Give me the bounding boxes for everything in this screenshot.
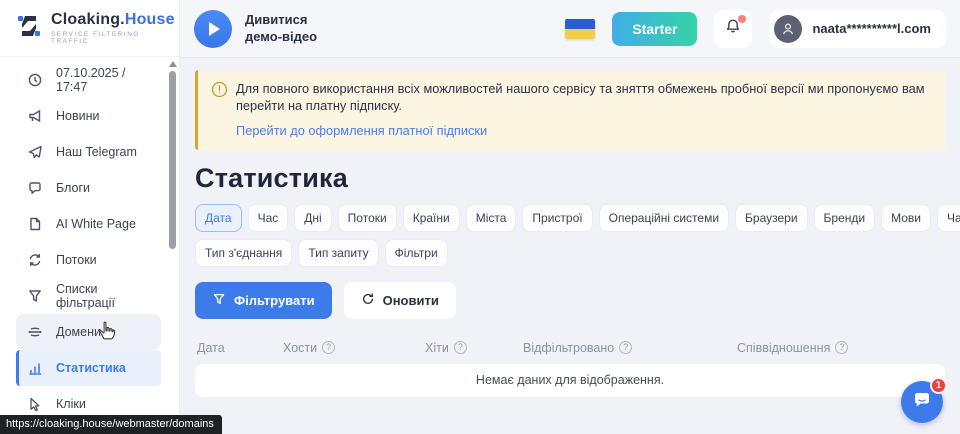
sidebar-item-telegram[interactable]: Наш Telegram bbox=[16, 134, 161, 170]
brand-logo-icon bbox=[16, 13, 42, 44]
filter-funnel-icon bbox=[212, 292, 226, 309]
tab-languages[interactable]: Мови bbox=[881, 204, 931, 232]
play-icon bbox=[209, 22, 220, 36]
page-title: Статистика bbox=[195, 163, 945, 194]
sidebar-item-blogs[interactable]: Блоги bbox=[16, 170, 161, 206]
warning-icon bbox=[211, 81, 228, 103]
avatar-icon bbox=[774, 15, 802, 43]
tab-date[interactable]: Дата bbox=[195, 204, 242, 232]
bar-chart-icon bbox=[26, 360, 43, 377]
sidebar-item-flows[interactable]: Потоки bbox=[16, 242, 161, 278]
content-area: Для повного використання всіх можливосте… bbox=[180, 58, 960, 434]
sidebar-item-datetime: 07.10.2025 / 17:47 bbox=[16, 62, 161, 98]
column-ratio: Співвідношення bbox=[737, 341, 943, 355]
chat-bubble-icon bbox=[26, 180, 43, 197]
browser-status-url: https://cloaking.house/webmaster/domains bbox=[0, 415, 222, 434]
tab-filters[interactable]: Фільтри bbox=[385, 239, 448, 267]
tab-cities[interactable]: Міста bbox=[466, 204, 517, 232]
stats-table-header: Дата Хости Хіти Відфільтровано Співвідно… bbox=[195, 341, 945, 355]
tab-timezone[interactable]: Часовий пояс bbox=[937, 204, 960, 232]
sidebar: Cloaking.House SERVICE FILTERING TRAFFIC… bbox=[0, 0, 180, 434]
sidebar-menu: 07.10.2025 / 17:47 Новини Наш Telegram Б… bbox=[0, 57, 179, 422]
sidebar-item-ai-white-page[interactable]: AI White Page bbox=[16, 206, 161, 242]
help-icon[interactable] bbox=[619, 341, 632, 354]
chat-bubble-icon bbox=[911, 389, 933, 416]
tab-days[interactable]: Дні bbox=[294, 204, 331, 232]
sidebar-item-statistics[interactable]: Статистика bbox=[16, 350, 161, 386]
sync-arrows-icon bbox=[26, 252, 43, 269]
megaphone-icon bbox=[26, 108, 43, 125]
domains-stack-icon bbox=[26, 324, 43, 341]
tab-countries[interactable]: Країни bbox=[403, 204, 460, 232]
stats-tabs-row-2: Тип з'єднання Тип запиту Фільтри bbox=[195, 239, 945, 267]
brand-tagline: SERVICE FILTERING TRAFFIC bbox=[51, 31, 175, 45]
stats-tabs-row-1: Дата Час Дні Потоки Країни Міста Пристро… bbox=[195, 204, 945, 232]
help-icon[interactable] bbox=[454, 341, 467, 354]
notification-dot bbox=[738, 15, 746, 23]
main-area: Дивитися демо-відео Starter bbox=[180, 0, 960, 434]
refresh-button[interactable]: Оновити bbox=[344, 282, 456, 319]
plan-badge-button[interactable]: Starter bbox=[612, 12, 697, 46]
scrollbar-up-arrow[interactable] bbox=[169, 61, 177, 67]
column-hits: Хіти bbox=[425, 341, 523, 355]
sidebar-item-domains[interactable]: Домени bbox=[16, 314, 161, 350]
sidebar-item-news[interactable]: Новини bbox=[16, 98, 161, 134]
refresh-icon bbox=[361, 292, 375, 309]
chat-widget-button[interactable]: 1 bbox=[901, 381, 943, 423]
empty-state-row: Немає даних для відображення. bbox=[195, 364, 945, 397]
tab-time[interactable]: Час bbox=[248, 204, 289, 232]
column-hosts: Хости bbox=[283, 341, 425, 355]
funnel-icon bbox=[26, 288, 43, 305]
tab-brands[interactable]: Бренди bbox=[814, 204, 876, 232]
trial-warning-banner: Для повного використання всіх можливосте… bbox=[195, 70, 945, 150]
clock-icon bbox=[26, 72, 43, 89]
sidebar-item-filter-lists[interactable]: Списки фільтрації bbox=[16, 278, 161, 314]
tab-devices[interactable]: Пристрої bbox=[522, 204, 592, 232]
help-icon[interactable] bbox=[322, 341, 335, 354]
cursor-arrow-icon bbox=[26, 396, 43, 413]
filter-button[interactable]: Фільтрувати bbox=[195, 282, 332, 319]
topbar: Дивитися демо-відео Starter bbox=[180, 0, 960, 58]
tab-operating-systems[interactable]: Операційні системи bbox=[599, 204, 729, 232]
tab-request-type[interactable]: Тип запиту bbox=[298, 239, 378, 267]
demo-video-play-button[interactable] bbox=[194, 10, 232, 48]
banner-message: Для повного використання всіх можливосте… bbox=[236, 80, 929, 115]
scrollbar-thumb[interactable] bbox=[169, 71, 176, 249]
account-menu[interactable]: naata**********l.com bbox=[769, 10, 946, 48]
subscribe-link[interactable]: Перейти до оформлення платної підписки bbox=[236, 123, 487, 138]
chat-unread-badge: 1 bbox=[930, 377, 947, 394]
help-icon[interactable] bbox=[835, 341, 848, 354]
column-date: Дата bbox=[197, 341, 283, 355]
document-icon bbox=[26, 216, 43, 233]
brand-name: Cloaking.House bbox=[51, 11, 175, 28]
tab-browsers[interactable]: Браузери bbox=[735, 204, 808, 232]
logo[interactable]: Cloaking.House SERVICE FILTERING TRAFFIC bbox=[0, 0, 179, 57]
paper-plane-icon bbox=[26, 144, 43, 161]
notifications-button[interactable] bbox=[714, 10, 752, 48]
ukraine-flag-icon[interactable] bbox=[565, 19, 595, 39]
tab-connection-type[interactable]: Тип з'єднання bbox=[195, 239, 292, 267]
sidebar-scrollbar bbox=[167, 58, 178, 434]
demo-video-label[interactable]: Дивитися демо-відео bbox=[245, 12, 317, 46]
tab-flows[interactable]: Потоки bbox=[338, 204, 397, 232]
column-filtered: Відфільтровано bbox=[523, 341, 737, 355]
account-email: naata**********l.com bbox=[812, 21, 931, 36]
app-window: Cloaking.House SERVICE FILTERING TRAFFIC… bbox=[0, 0, 960, 434]
